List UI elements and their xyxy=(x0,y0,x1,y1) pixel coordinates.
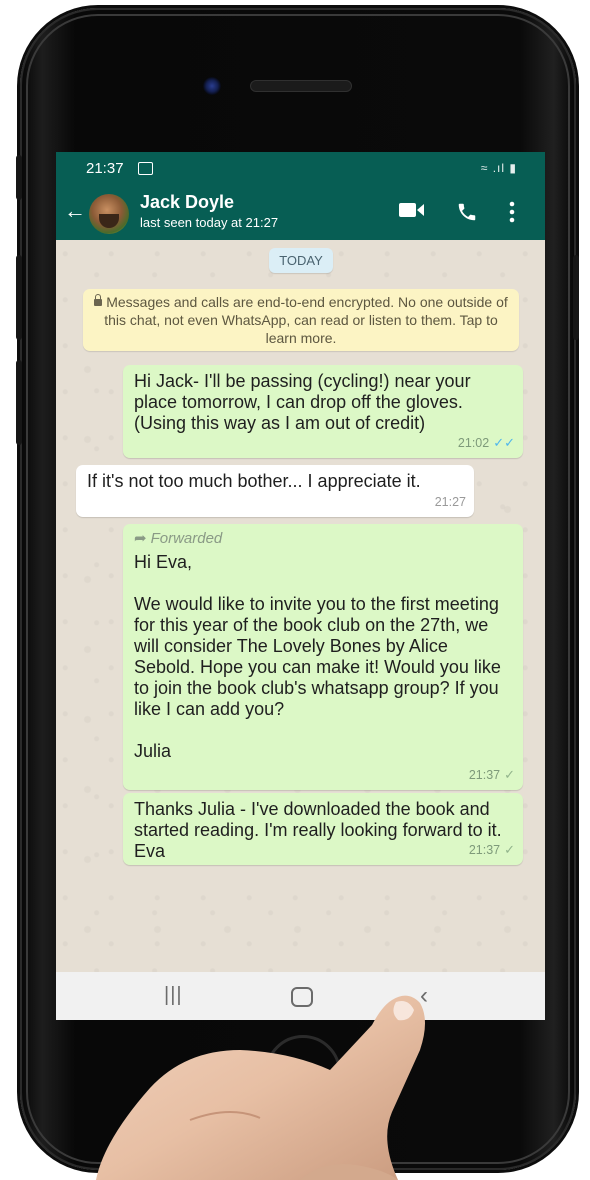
hand-finger-image xyxy=(96,995,425,1180)
